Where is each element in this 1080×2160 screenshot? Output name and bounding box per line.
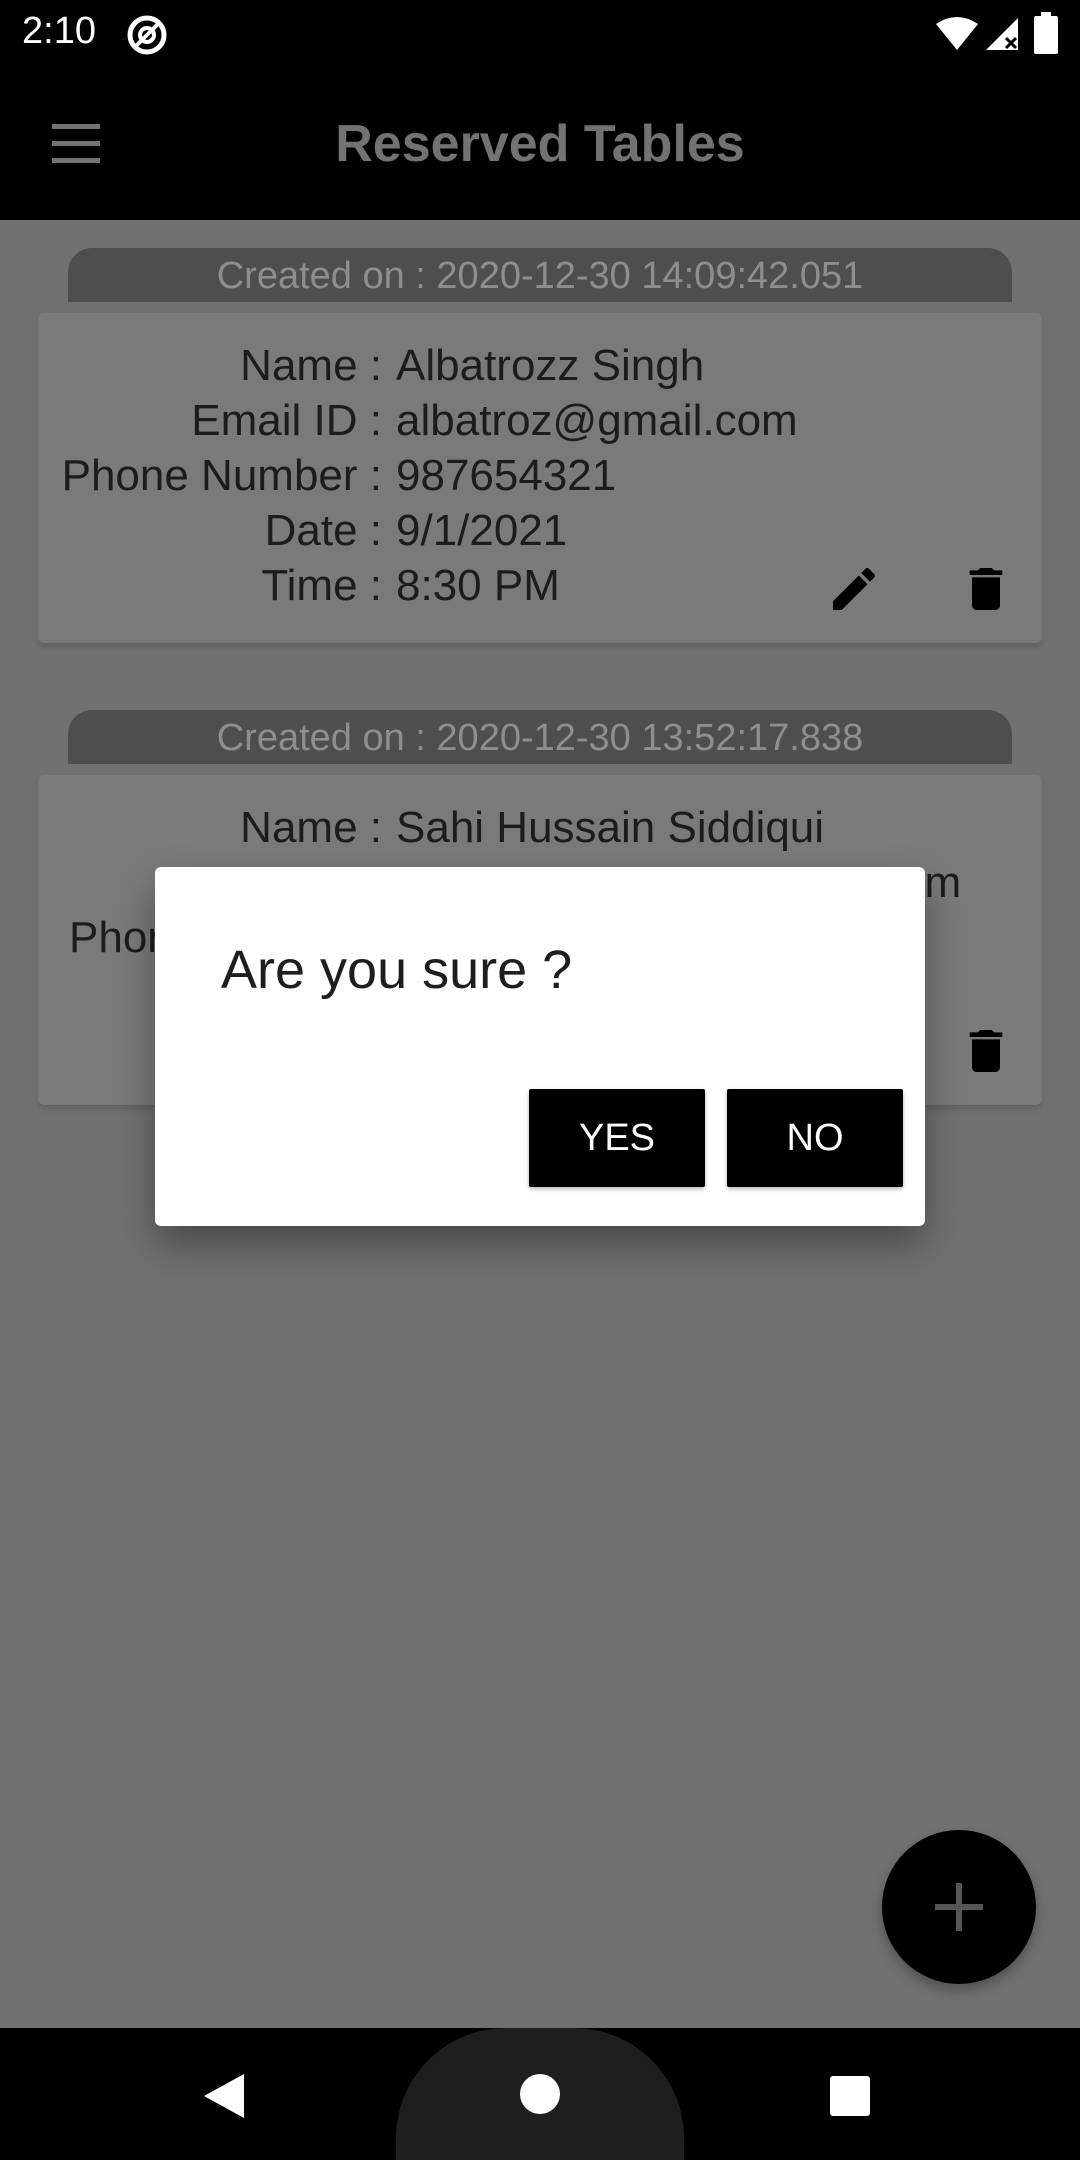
back-icon[interactable] <box>202 2072 246 2120</box>
field-label: Time : <box>261 561 382 610</box>
edit-pencil-icon[interactable] <box>826 561 882 617</box>
status-bar: 2:10 <box>0 0 1080 68</box>
field-label: Phor <box>69 913 162 962</box>
app-bar: Reserved Tables <box>0 68 1080 220</box>
no-button[interactable]: NO <box>727 1089 903 1187</box>
field-value: Sahi Hussain Siddiqui <box>396 803 825 852</box>
wifi-icon <box>936 17 978 50</box>
field-value: 987654321 <box>396 451 617 500</box>
page-title: Reserved Tables <box>335 115 745 173</box>
field-value: 9/1/2021 <box>396 506 568 555</box>
field-value: Albatrozz Singh <box>396 341 705 390</box>
field-label: Email ID : <box>191 396 382 445</box>
field-value: albatroz@gmail.com <box>396 396 798 445</box>
delete-trash-icon[interactable] <box>958 561 1014 617</box>
delete-trash-icon[interactable] <box>958 1023 1014 1079</box>
confirm-dialog: Are you sure ? YES NO <box>155 867 925 1226</box>
battery-icon <box>1034 12 1058 54</box>
field-label: Name : <box>240 341 382 390</box>
plus-icon <box>935 1883 983 1931</box>
add-reservation-button[interactable] <box>882 1830 1036 1984</box>
system-nav-bar <box>0 2028 1080 2160</box>
created-on-header: Created on : 2020-12-30 14:09:42.051 <box>68 248 1012 302</box>
reservation-card[interactable]: Name : Albatrozz Singh Email ID : albatr… <box>38 313 1042 643</box>
created-on-header: Created on : 2020-12-30 13:52:17.838 <box>68 710 1012 764</box>
field-label: Date : <box>264 506 382 555</box>
yes-button[interactable]: YES <box>529 1089 705 1187</box>
recents-icon[interactable] <box>828 2074 872 2118</box>
field-label: Name : <box>240 803 382 852</box>
dialog-title: Are you sure ? <box>221 940 573 1000</box>
signal-icon <box>986 18 1018 50</box>
status-time: 2:10 <box>22 10 96 52</box>
field-label: Phone Number : <box>61 451 382 500</box>
home-icon[interactable] <box>518 2072 562 2116</box>
field-value: 8:30 PM <box>396 561 560 610</box>
at-sign-icon <box>127 15 167 55</box>
